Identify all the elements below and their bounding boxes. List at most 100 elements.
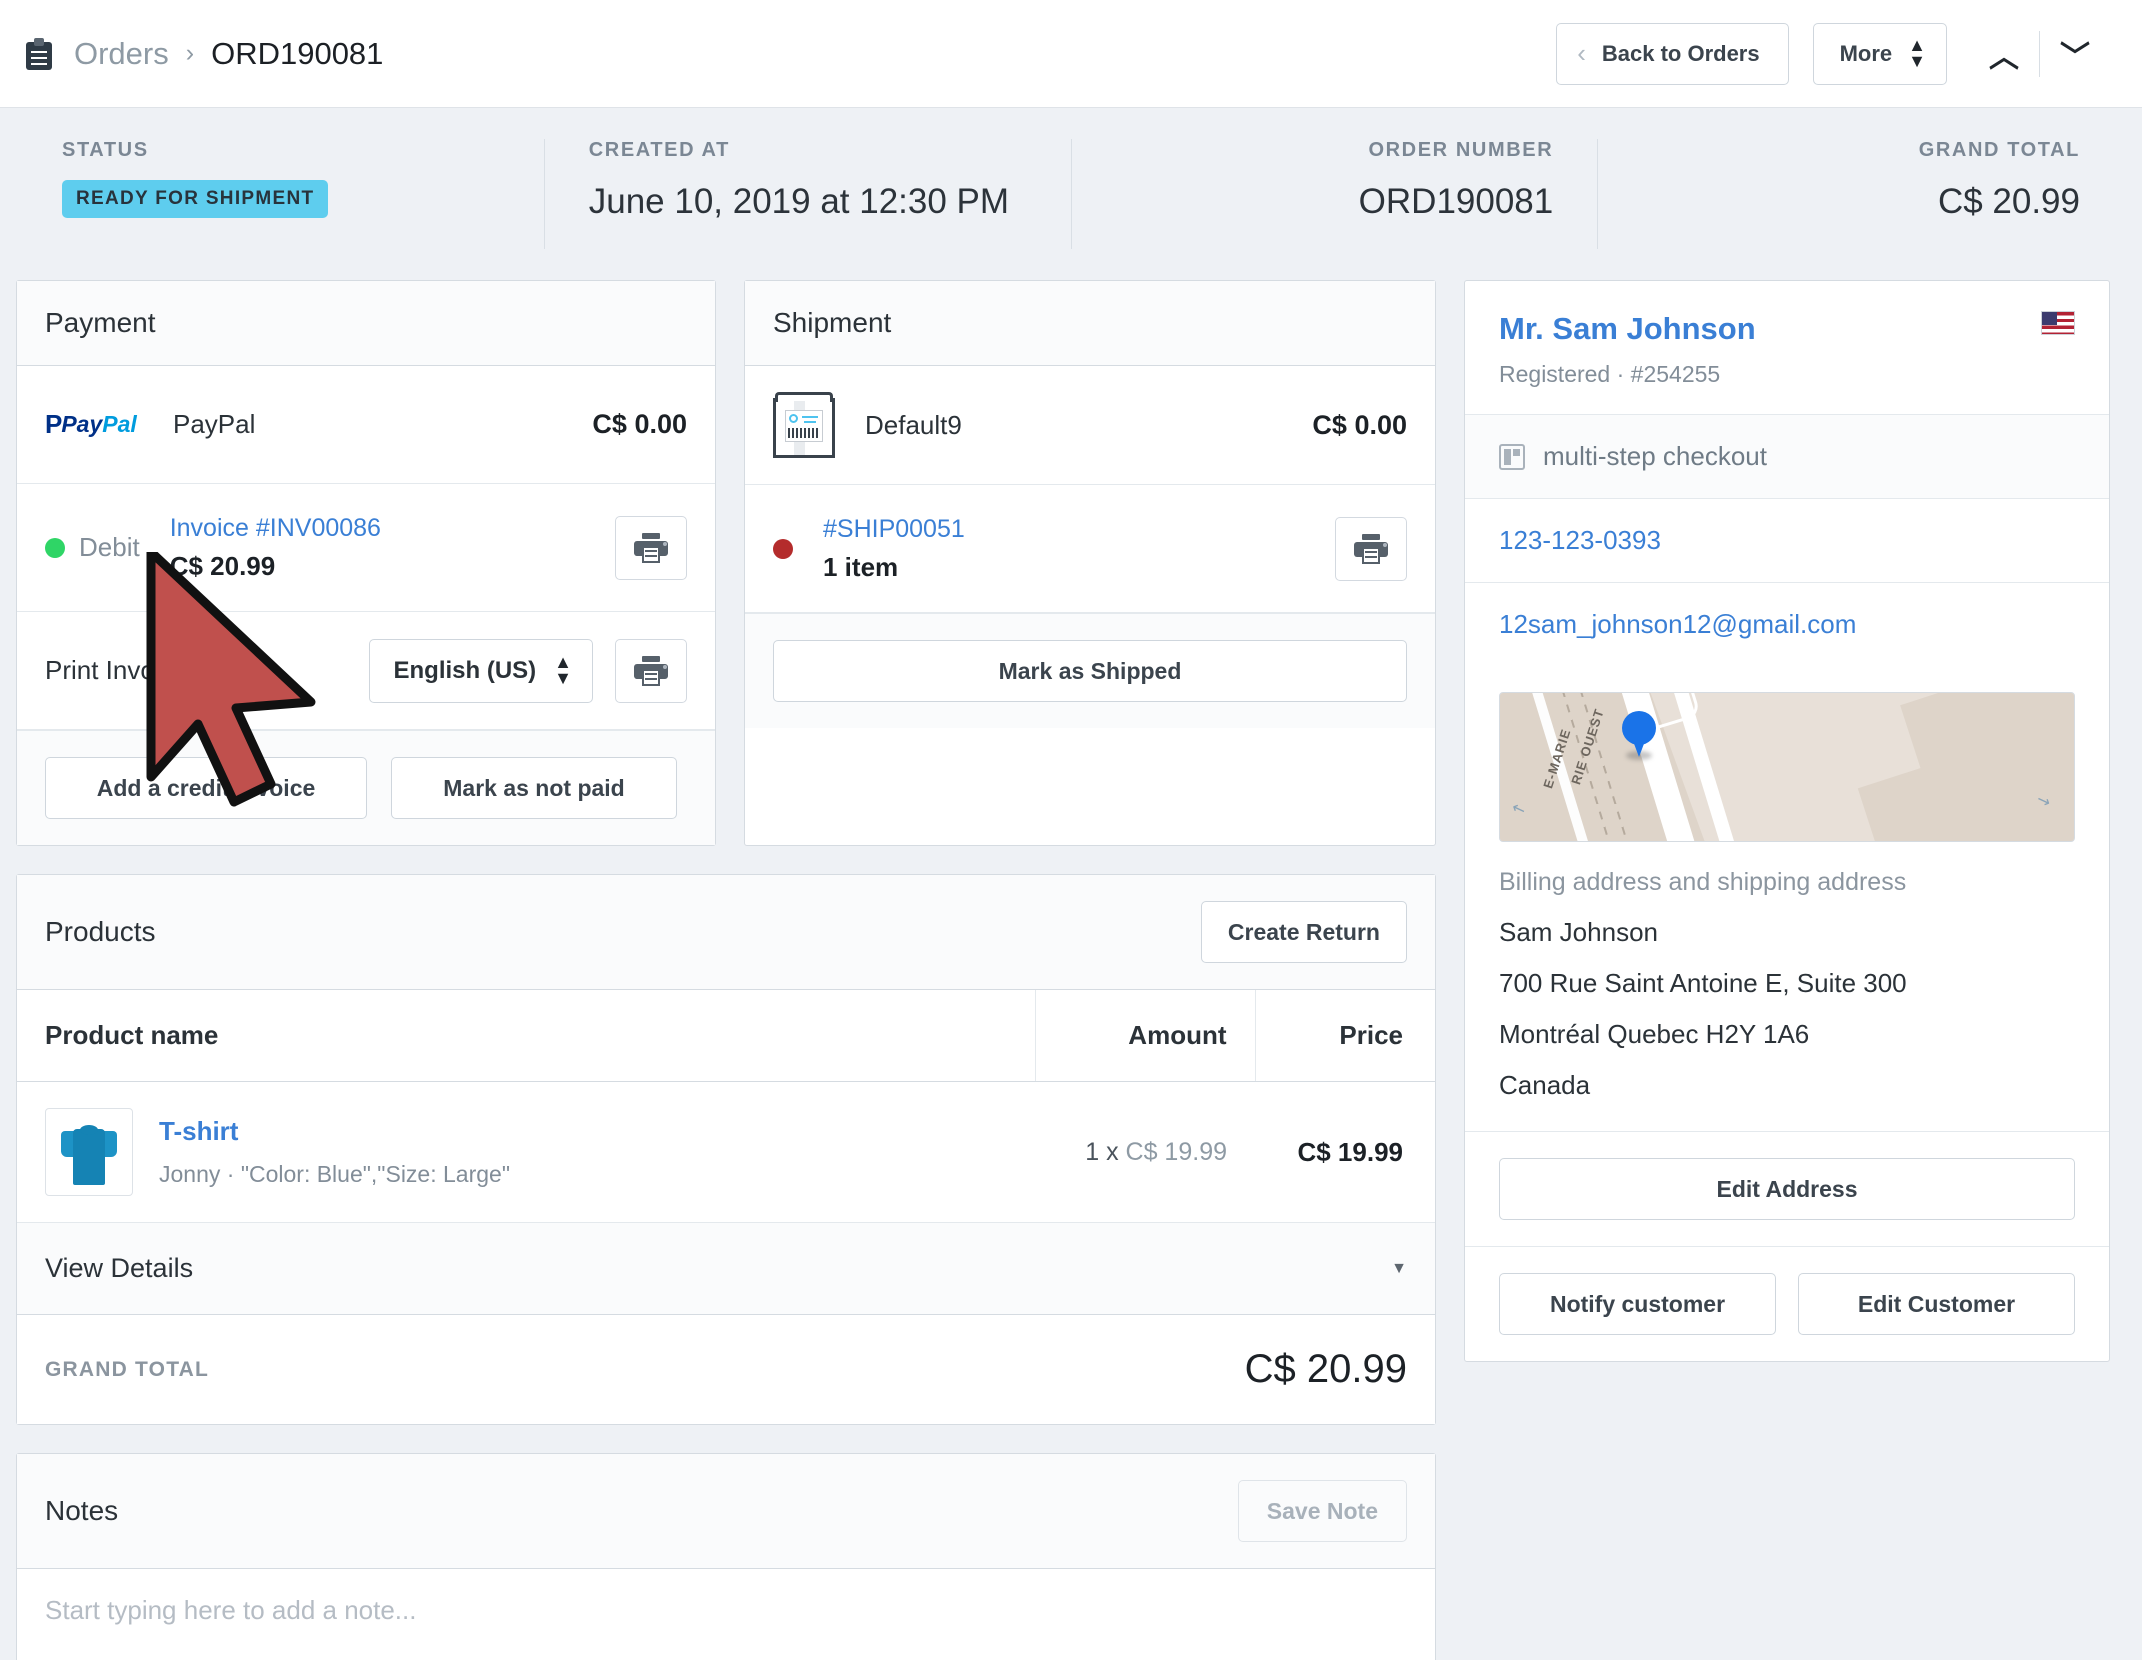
- order-number-value: ORD190081: [1116, 182, 1554, 222]
- column-product-name: Product name: [17, 990, 1035, 1082]
- mark-as-not-paid-button[interactable]: Mark as not paid: [391, 757, 677, 819]
- page-title: ORD190081: [211, 36, 383, 72]
- products-grand-total-row: GRAND TOTAL C$ 20.99: [17, 1315, 1435, 1424]
- payment-panel-header: Payment: [17, 281, 715, 366]
- product-qty: 1 x: [1085, 1138, 1118, 1166]
- shipment-actions: Mark as Shipped: [745, 613, 1435, 728]
- product-options: Jonny · "Color: Blue","Size: Large": [159, 1161, 510, 1188]
- customer-email-link[interactable]: 12sam_johnson12@gmail.com: [1499, 609, 1856, 640]
- more-label: More: [1840, 41, 1893, 67]
- breadcrumb-orders-link[interactable]: Orders: [74, 36, 169, 72]
- chevron-left-icon: ‹: [1577, 38, 1586, 69]
- shipment-method-name: Default9: [865, 410, 962, 441]
- shipment-state-dot: [773, 539, 793, 559]
- select-arrows-icon: ▲▼: [554, 655, 572, 686]
- products-grand-total-value: C$ 20.99: [1245, 1347, 1407, 1392]
- address-line: 700 Rue Saint Antoine E, Suite 300: [1499, 968, 2075, 999]
- shipping-box-icon: [773, 392, 835, 458]
- customer-phone-link[interactable]: 123-123-0393: [1499, 525, 1661, 556]
- main-columns: Payment PPayPal PayPal C$ 0.00 Debit I: [0, 280, 2142, 1660]
- customer-actions-section: Notify customer Edit Customer: [1465, 1246, 2109, 1361]
- top-bar: Orders › ORD190081 ‹ Back to Orders More…: [0, 0, 2142, 108]
- edit-address-button[interactable]: Edit Address: [1499, 1158, 2075, 1220]
- view-details-label: View Details: [45, 1253, 193, 1284]
- shipment-method-row: Default9 C$ 0.00: [745, 366, 1435, 485]
- products-panel: Products Create Return Product name Amou…: [16, 874, 1436, 1425]
- summary-grand-total: GRAND TOTAL C$ 20.99: [1597, 139, 2124, 249]
- shipment-record-row: #SHIP00051 1 item: [745, 485, 1435, 613]
- invoice-language-select[interactable]: English (US) ▲▼: [369, 639, 594, 703]
- record-nav: ︿ ﹀: [1969, 31, 2110, 77]
- breadcrumb-separator-icon: ›: [186, 39, 194, 68]
- invoice-amount: C$ 20.99: [170, 551, 381, 582]
- payment-actions: Add a credit invoice Mark as not paid: [17, 730, 715, 845]
- edit-customer-button[interactable]: Edit Customer: [1798, 1273, 2075, 1335]
- table-row: T-shirt Jonny · "Color: Blue","Size: Lar…: [17, 1082, 1435, 1223]
- shipment-item-count: 1 item: [823, 552, 965, 583]
- edit-address-section: Edit Address: [1465, 1131, 2109, 1246]
- mark-as-shipped-button[interactable]: Mark as Shipped: [773, 640, 1407, 702]
- notes-panel: Notes Save Note ◺: [16, 1453, 1436, 1660]
- order-number-label: ORDER NUMBER: [1116, 139, 1554, 162]
- payment-state-dot: [45, 538, 65, 558]
- address-line: Canada: [1499, 1070, 2075, 1101]
- shipment-panel: Shipment Default9 C$ 0.00 #SHIP000: [744, 280, 1436, 846]
- status-badge: READY FOR SHIPMENT: [62, 180, 328, 218]
- product-thumbnail[interactable]: [45, 1108, 133, 1196]
- chevron-up-icon[interactable]: ︿: [1969, 32, 2039, 76]
- invoice-language-value: English (US): [394, 657, 537, 685]
- created-at-label: CREATED AT: [589, 139, 1027, 162]
- notify-customer-button[interactable]: Notify customer: [1499, 1273, 1776, 1335]
- create-return-button[interactable]: Create Return: [1201, 901, 1407, 963]
- notes-panel-header: Notes Save Note: [17, 1454, 1435, 1569]
- more-button[interactable]: More ▲▼: [1813, 23, 1947, 85]
- payment-title: Payment: [45, 307, 156, 339]
- shipment-link[interactable]: #SHIP00051: [823, 515, 965, 544]
- printer-icon: [634, 656, 668, 686]
- product-price: C$ 19.99: [1255, 1082, 1435, 1223]
- shipment-title: Shipment: [773, 307, 891, 339]
- payment-invoice-row: Debit Invoice #INV00086 C$ 20.99: [17, 484, 715, 612]
- paypal-logo-icon: PPayPal: [45, 409, 149, 440]
- printer-icon: [1354, 534, 1388, 564]
- product-cell: T-shirt Jonny · "Color: Blue","Size: Lar…: [17, 1082, 965, 1223]
- product-unit-price: C$ 19.99: [1126, 1138, 1227, 1166]
- column-amount: Amount: [1035, 990, 1255, 1082]
- print-invoice-button[interactable]: [615, 516, 687, 580]
- customer-header-top: Mr. Sam Johnson Registered · #254255: [1499, 311, 2075, 388]
- layout-icon: [1499, 444, 1525, 470]
- payment-state-label: Debit: [79, 532, 140, 563]
- address-line: Montréal Quebec H2Y 1A6: [1499, 1019, 2075, 1050]
- summary-created-at: CREATED AT June 10, 2019 at 12:30 PM: [544, 139, 1071, 249]
- back-to-orders-button[interactable]: ‹ Back to Orders: [1556, 23, 1788, 85]
- print-invoices-button[interactable]: [615, 639, 687, 703]
- created-at-value: June 10, 2019 at 12:30 PM: [589, 182, 1027, 222]
- address-block: Billing address and shipping address Sam…: [1465, 842, 2109, 1131]
- map-pin-icon: [1622, 711, 1656, 757]
- customer-panel: Mr. Sam Johnson Registered · #254255 mul…: [1464, 280, 2110, 1362]
- print-invoices-row: Print Invoices English (US) ▲▼: [17, 612, 715, 730]
- grand-total-label: GRAND TOTAL: [1642, 139, 2080, 162]
- add-credit-invoice-button[interactable]: Add a credit invoice: [45, 757, 367, 819]
- print-invoices-label: Print Invoices: [45, 655, 201, 686]
- address-map[interactable]: E-MARIE RIE OUEST ↖ ↖: [1499, 692, 2075, 842]
- address-line: Sam Johnson: [1499, 917, 2075, 948]
- print-shipment-button[interactable]: [1335, 517, 1407, 581]
- payment-shipment-row: Payment PPayPal PayPal C$ 0.00 Debit I: [16, 280, 1436, 846]
- customer-meta: Registered · #254255: [1499, 361, 1756, 388]
- customer-identity: Mr. Sam Johnson Registered · #254255: [1499, 311, 1756, 388]
- customer-name-link[interactable]: Mr. Sam Johnson: [1499, 311, 1756, 347]
- save-note-button[interactable]: Save Note: [1238, 1480, 1407, 1542]
- invoice-link[interactable]: Invoice #INV00086: [170, 514, 381, 543]
- left-column: Payment PPayPal PayPal C$ 0.00 Debit I: [16, 280, 1436, 1660]
- products-table-head: Product name Amount Price: [17, 990, 1435, 1082]
- note-input[interactable]: [17, 1569, 1435, 1660]
- chevron-down-icon[interactable]: ﹀: [2040, 32, 2110, 76]
- view-details-toggle[interactable]: View Details ▼: [17, 1223, 1435, 1315]
- payment-panel: Payment PPayPal PayPal C$ 0.00 Debit I: [16, 280, 716, 846]
- shipment-block: #SHIP00051 1 item: [823, 515, 965, 583]
- payment-method-row: PPayPal PayPal C$ 0.00: [17, 366, 715, 484]
- product-name-link[interactable]: T-shirt: [159, 1116, 510, 1147]
- product-status-cell: [965, 1082, 1035, 1223]
- grand-total-value: C$ 20.99: [1642, 182, 2080, 222]
